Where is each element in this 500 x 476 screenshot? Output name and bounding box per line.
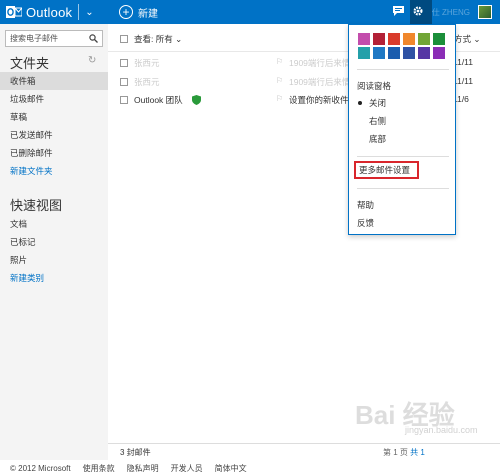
refresh-icon[interactable]: ↻ <box>88 55 96 66</box>
quick-views-title: 快速视图 <box>10 198 63 213</box>
flag-icon[interactable]: ⚐ <box>276 57 283 66</box>
theme-swatch[interactable] <box>433 47 445 59</box>
row-checkbox[interactable] <box>120 78 128 86</box>
top-bar: Outlook ⌄ + 新建 仕 ZHENG <box>0 0 500 24</box>
new-button[interactable]: + 新建 <box>119 3 158 21</box>
row-checkbox[interactable] <box>120 96 128 104</box>
theme-swatch[interactable] <box>358 47 370 59</box>
sidebar-item-junk[interactable]: 垃圾邮件 <box>0 90 108 108</box>
new-category-link[interactable]: 新建类别 <box>0 269 108 287</box>
row-checkbox[interactable] <box>120 59 128 67</box>
watermark-url: jingyan.baidu.com <box>405 425 478 435</box>
search-placeholder: 搜索电子邮件 <box>10 34 58 43</box>
outlook-brand[interactable]: Outlook ⌄ <box>6 3 94 21</box>
help-item[interactable]: 帮助 <box>357 199 374 211</box>
sidebar-item-inbox[interactable]: 收件箱 <box>0 72 108 90</box>
mail-date: 11/11 <box>453 57 474 67</box>
theme-swatch[interactable] <box>388 47 400 59</box>
mail-subject: 1909端行后来情 <box>289 58 351 68</box>
plus-icon: + <box>119 5 133 19</box>
sort-dropdown[interactable]: 方式 ⌄ <box>454 33 480 45</box>
sidebar-item-sent[interactable]: 已发送邮件 <box>0 126 108 144</box>
mail-sender: 张西元 <box>134 58 160 68</box>
theme-swatches <box>358 33 446 59</box>
pager: 第 1 页 共 1 <box>383 447 425 458</box>
search-icon[interactable] <box>89 34 98 45</box>
sidebar-item-flagged[interactable]: 已标记 <box>0 233 108 251</box>
feedback-item[interactable]: 反馈 <box>357 217 374 229</box>
settings-menu: 阅读窗格 关闭 右侧 底部 更多邮件设置 帮助 反馈 <box>348 24 456 235</box>
theme-swatch[interactable] <box>418 47 430 59</box>
copyright: © 2012 Microsoft <box>10 463 71 473</box>
verified-shield-icon <box>192 95 201 105</box>
selected-bullet-icon <box>358 101 362 105</box>
theme-swatch[interactable] <box>388 33 400 45</box>
reading-pane-bottom[interactable]: 底部 <box>369 133 386 145</box>
select-all-checkbox[interactable] <box>120 35 128 43</box>
app-name: Outlook <box>26 4 73 20</box>
mail-subject: 设置你的新收件 <box>289 95 349 105</box>
theme-swatch[interactable] <box>373 33 385 45</box>
mail-sender: Outlook 团队 <box>134 95 183 105</box>
terms-link[interactable]: 使用条款 <box>83 463 115 474</box>
divider <box>78 4 80 20</box>
folders-title[interactable]: 文件夹 <box>10 53 49 72</box>
sidebar-item-drafts[interactable]: 草稿 <box>0 108 108 126</box>
message-count: 3 封邮件 <box>120 448 151 457</box>
chevron-down-icon[interactable]: ⌄ <box>85 7 93 18</box>
avatar[interactable] <box>478 5 492 19</box>
flag-icon[interactable]: ⚐ <box>276 76 283 85</box>
outlook-logo-icon <box>6 4 23 20</box>
footer: © 2012 Microsoft 使用条款 隐私声明 开发人员 简体中文 <box>0 460 500 476</box>
status-bar: 3 封邮件 第 1 页 共 1 <box>108 443 500 460</box>
sidebar-item-documents[interactable]: 文档 <box>0 215 108 233</box>
divider <box>357 69 449 70</box>
language-link[interactable]: 简体中文 <box>215 463 247 474</box>
divider <box>357 156 449 157</box>
reading-pane-off[interactable]: 关闭 <box>369 97 386 109</box>
header-icons: 仕 ZHENG <box>392 3 492 21</box>
gear-icon[interactable] <box>412 5 424 19</box>
messenger-icon[interactable] <box>392 6 404 18</box>
reading-pane-right[interactable]: 右侧 <box>369 115 386 127</box>
theme-swatch[interactable] <box>403 47 415 59</box>
theme-swatch[interactable] <box>433 33 445 45</box>
user-name[interactable]: 仕 ZHENG <box>432 7 470 18</box>
theme-swatch[interactable] <box>373 47 385 59</box>
divider <box>357 188 449 189</box>
flag-icon[interactable]: ⚐ <box>276 94 283 103</box>
reading-pane-label: 阅读窗格 <box>357 81 392 91</box>
mail-subject: 1909端行后来情 <box>289 77 351 87</box>
sidebar-item-photos[interactable]: 照片 <box>0 251 108 269</box>
page-number: 第 1 页 <box>383 448 408 457</box>
sidebar-item-deleted[interactable]: 已删除邮件 <box>0 144 108 162</box>
search-input[interactable]: 搜索电子邮件 <box>5 30 103 47</box>
view-filter-dropdown[interactable]: 查看: 所有 ⌄ <box>134 33 182 45</box>
privacy-link[interactable]: 隐私声明 <box>127 463 159 474</box>
new-label: 新建 <box>138 8 158 20</box>
page-total-link[interactable]: 共 1 <box>410 448 425 457</box>
theme-swatch[interactable] <box>418 33 430 45</box>
sidebar: 搜索电子邮件 文件夹 ↻ 收件箱 垃圾邮件 草稿 已发送邮件 已删除邮件 新建文… <box>0 24 108 460</box>
mail-sender: 张西元 <box>134 77 160 87</box>
theme-swatch[interactable] <box>358 33 370 45</box>
developers-link[interactable]: 开发人员 <box>171 463 203 474</box>
theme-swatch[interactable] <box>403 33 415 45</box>
more-mail-settings-item[interactable]: 更多邮件设置 <box>354 161 419 179</box>
new-folder-link[interactable]: 新建文件夹 <box>0 162 108 180</box>
mail-date: 11/11 <box>453 76 474 86</box>
